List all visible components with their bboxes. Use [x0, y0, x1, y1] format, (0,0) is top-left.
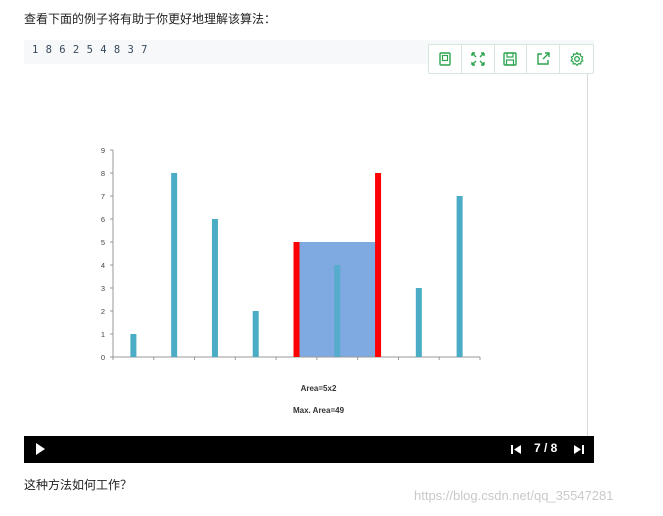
y-tick-label: 2	[101, 307, 105, 316]
bar	[456, 196, 463, 357]
save-button[interactable]	[495, 45, 528, 73]
fullscreen-icon	[470, 52, 485, 66]
y-tick-label: 4	[101, 261, 105, 270]
highlight-bar	[293, 242, 300, 357]
play-button[interactable]	[36, 443, 45, 455]
slide-counter: 7 / 8	[534, 441, 558, 455]
bar	[252, 311, 259, 357]
settings-button[interactable]	[560, 45, 593, 73]
bar	[171, 173, 178, 357]
share-button[interactable]	[527, 45, 561, 73]
histogram-chart: 0 1 2 3 4 5 6 7 8 9 Area=5x2 Max. Area=49	[101, 146, 481, 415]
highlight-bar	[375, 173, 382, 357]
annotation-max-area: Max. Area=49	[293, 406, 345, 415]
bar	[130, 334, 137, 357]
y-tick-label: 3	[101, 284, 105, 293]
save-icon	[503, 52, 518, 66]
fullscreen-button[interactable]	[462, 45, 495, 73]
copy-button[interactable]	[429, 45, 462, 73]
bar	[211, 219, 218, 357]
y-tick-label: 5	[101, 238, 105, 247]
next-icon[interactable]	[573, 444, 585, 455]
copy-icon	[439, 52, 451, 66]
gear-icon	[570, 51, 584, 66]
y-tick-label: 7	[101, 192, 105, 201]
bar	[334, 265, 341, 357]
question-text: 这种方法如何工作？	[24, 478, 133, 492]
previous-icon[interactable]	[510, 444, 522, 455]
watermark: https://blog.csdn.net/qq_35547281	[414, 488, 614, 503]
annotation-area: Area=5x2	[301, 384, 337, 393]
slide-player-bar: 7 / 8	[24, 436, 594, 463]
y-tick-label: 9	[101, 146, 105, 155]
slide-viewer: 0 1 2 3 4 5 6 7 8 9 Area=5x2 Max. Area=49	[24, 64, 588, 436]
bar	[415, 288, 422, 357]
slide-toolbar	[428, 44, 594, 74]
y-tick-label: 0	[101, 353, 105, 362]
y-tick-label: 1	[101, 330, 105, 339]
share-icon	[537, 52, 550, 65]
intro-text: 查看下面的例子将有助于你更好地理解该算法：	[24, 12, 277, 26]
y-tick-label: 6	[101, 215, 105, 224]
code-line: 1 8 6 2 5 4 8 3 7	[32, 44, 148, 56]
y-tick-label: 8	[101, 169, 105, 178]
